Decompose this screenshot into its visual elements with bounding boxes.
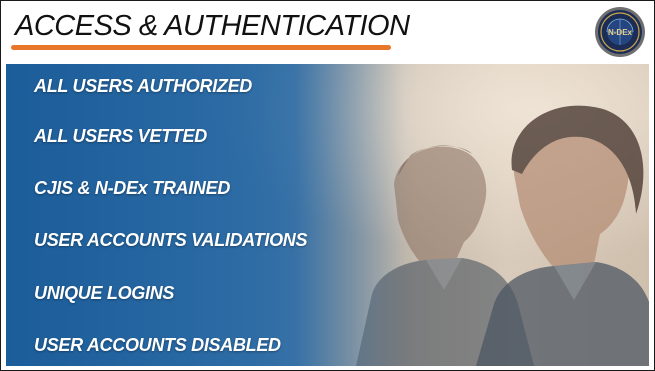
officers-background-image	[6, 64, 649, 366]
ndex-seal-logo: N-DEx	[595, 7, 645, 57]
list-item: CJIS & N-DEx TRAINED	[34, 178, 231, 198]
slide-header: ACCESS & AUTHENTICATION N-DEx	[1, 1, 654, 63]
list-item: ALL USERS VETTED	[34, 126, 207, 146]
logo-text: N-DEx	[608, 28, 633, 37]
list-item: ALL USERS AUTHORIZED	[34, 76, 253, 96]
content-panel: ALL USERS AUTHORIZED ALL USERS VETTED CJ…	[6, 64, 649, 366]
slide: ACCESS & AUTHENTICATION N-DEx ALL USERS …	[0, 0, 655, 371]
slide-title: ACCESS & AUTHENTICATION	[15, 10, 410, 42]
list-item: USER ACCOUNTS DISABLED	[34, 335, 281, 355]
list-item: USER ACCOUNTS VALIDATIONS	[34, 230, 308, 250]
title-underline	[11, 45, 391, 50]
list-item: UNIQUE LOGINS	[34, 283, 175, 303]
